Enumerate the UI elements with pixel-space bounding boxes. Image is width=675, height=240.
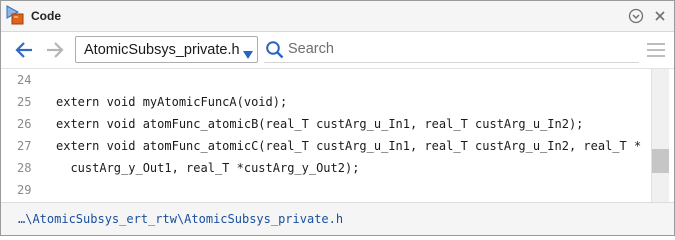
code-line: 27 extern void atomFunc_atomicC(real_T c… [1, 135, 651, 157]
line-number: 28 [17, 161, 32, 175]
code-line: 26 extern void atomFunc_atomicB(real_T c… [1, 113, 651, 135]
line-code: custArg_y_Out1, real_T *custArg_y_Out2); [56, 161, 360, 175]
code-line: 28 custArg_y_Out1, real_T *custArg_y_Out… [1, 157, 651, 179]
search-box [264, 36, 639, 63]
code-window: Code AtomicSubsys_private.h Search 24 25… [0, 0, 675, 236]
arrow-left-icon[interactable] [13, 39, 35, 61]
circle-chevron-down-icon[interactable] [628, 8, 644, 24]
caret-down-icon [243, 46, 253, 59]
line-number: 25 [17, 95, 32, 109]
code-view[interactable]: 24 25 extern void myAtomicFuncA(void); 2… [1, 69, 651, 202]
arrow-right-icon[interactable] [44, 39, 66, 61]
line-number: 24 [17, 73, 32, 87]
code-line: 29 [1, 179, 651, 201]
status-bar: …\AtomicSubsys_ert_rtw\AtomicSubsys_priv… [1, 202, 674, 235]
line-number: 27 [17, 139, 32, 153]
file-path-link[interactable]: …\AtomicSubsys_ert_rtw\AtomicSubsys_priv… [18, 212, 343, 226]
line-number: 26 [17, 117, 32, 131]
code-line: 25 extern void myAtomicFuncA(void); [1, 91, 651, 113]
close-icon[interactable] [652, 8, 668, 24]
line-number: 29 [17, 183, 32, 197]
code-line: 24 [1, 69, 651, 91]
vertical-scrollbar[interactable] [651, 69, 669, 202]
line-code: extern void myAtomicFuncA(void); [56, 95, 288, 109]
hamburger-menu-icon[interactable] [647, 40, 665, 60]
scrollbar-thumb[interactable] [652, 149, 669, 173]
window-title: Code [31, 9, 61, 23]
toolbar: AtomicSubsys_private.h [1, 32, 674, 69]
line-code: extern void atomFunc_atomicC(real_T cust… [56, 139, 642, 153]
title-bar: Code [1, 1, 674, 32]
file-selector-dropdown[interactable]: AtomicSubsys_private.h [75, 36, 258, 63]
file-selector-value: AtomicSubsys_private.h [84, 42, 240, 58]
line-code: extern void atomFunc_atomicB(real_T cust… [56, 117, 584, 131]
search-input[interactable] [288, 38, 633, 60]
search-icon [265, 40, 284, 59]
matlab-code-icon [5, 5, 25, 25]
